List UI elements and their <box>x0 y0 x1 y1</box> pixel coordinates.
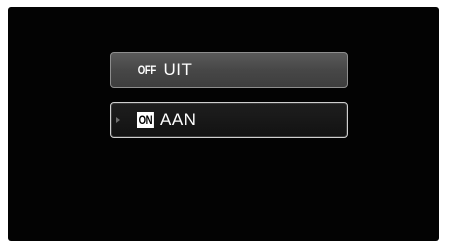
off-icon: OFF <box>137 63 156 77</box>
menu-screen: OFF UIT ON AAN <box>8 7 439 241</box>
option-on-button[interactable]: ON AAN <box>110 102 348 138</box>
option-off-button[interactable]: OFF UIT <box>110 52 348 88</box>
option-off-label: UIT <box>163 60 193 79</box>
option-on-label: AAN <box>160 110 197 129</box>
on-icon: ON <box>137 112 154 128</box>
selection-cursor-icon <box>116 117 120 123</box>
